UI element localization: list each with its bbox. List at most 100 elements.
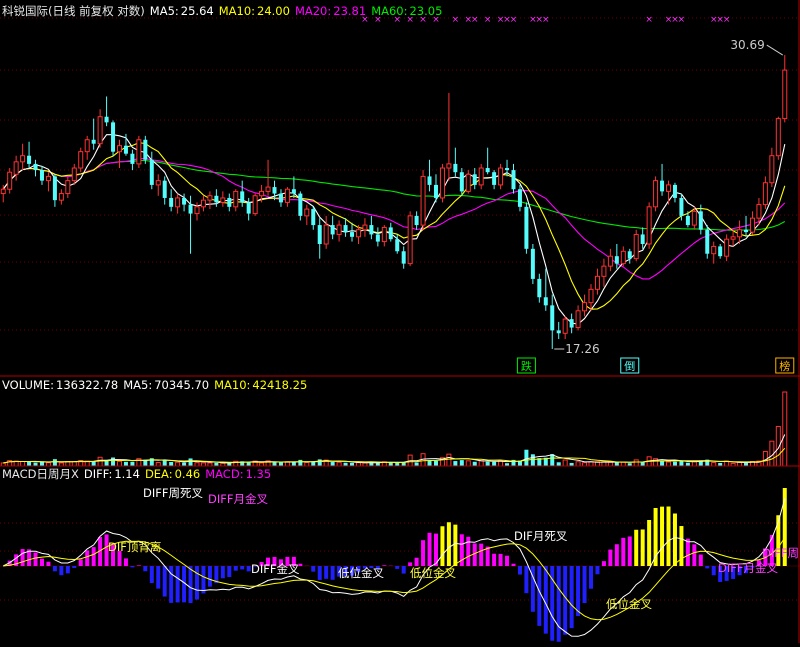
ma20-label: MA20: (294, 4, 332, 18)
volume-bar (298, 459, 303, 466)
candle (550, 294, 555, 350)
candle (769, 147, 775, 188)
candle-body (78, 151, 84, 169)
macd-value: 1.35 (245, 467, 272, 481)
volume-bar (162, 460, 167, 466)
candle (718, 243, 723, 259)
candle (317, 218, 322, 259)
diff-value: 1.14 (114, 467, 140, 481)
volume-bar (711, 461, 717, 467)
candle-body (375, 234, 380, 242)
candle (640, 227, 645, 249)
volume-bar (116, 460, 122, 467)
candle-body (782, 69, 788, 120)
candle-body (369, 225, 374, 235)
candle-body (459, 172, 464, 192)
diff-label: DIFF: (83, 467, 113, 481)
candle-body (355, 229, 361, 238)
candle-body (343, 225, 348, 233)
candle-body (291, 189, 296, 194)
volume-bar (614, 462, 619, 466)
candle (116, 139, 122, 169)
chart-canvas[interactable]: 30.6917.26× × × × × × × ×× × ××× ××× × ××× ×××跌倒榜 DIF… (0, 0, 800, 643)
candle (111, 120, 116, 156)
candle (420, 170, 426, 230)
candle-body (362, 224, 368, 231)
volume-bars[interactable] (0, 391, 788, 467)
volume-bar (188, 458, 193, 466)
candle-body (259, 190, 265, 197)
candle (472, 168, 477, 190)
candle-body (311, 209, 316, 226)
ma20-line (2, 157, 786, 280)
candle-body (446, 163, 452, 169)
candle-body (116, 145, 122, 153)
candle (672, 182, 677, 203)
volume-bar (453, 461, 458, 466)
candles[interactable] (0, 55, 788, 350)
candle-body (679, 197, 684, 216)
candle-body (33, 163, 38, 171)
candle (517, 184, 522, 212)
candle-body (323, 224, 329, 245)
candle (45, 172, 51, 192)
candle (775, 116, 781, 160)
candle-body (685, 215, 690, 226)
candle-body (284, 188, 290, 203)
candle (200, 195, 206, 212)
candle-body (162, 180, 167, 198)
macd-title: MACD日周月X (2, 467, 79, 481)
signal-mark: × (542, 15, 550, 25)
candle-body (730, 236, 736, 240)
candle (588, 284, 594, 311)
candle-body (395, 239, 400, 252)
ma10-line (2, 142, 786, 310)
candle (607, 248, 613, 272)
candle (246, 197, 251, 221)
candle-body (194, 206, 200, 215)
macd-annotation: DIF月死叉 (514, 529, 568, 543)
price-grid (0, 17, 800, 601)
candle-body (511, 170, 516, 190)
candle (620, 246, 626, 267)
candle (724, 234, 730, 262)
candle-body (749, 217, 755, 233)
candle-body (672, 184, 677, 198)
candle-body (620, 250, 626, 265)
candle (33, 159, 38, 177)
candle-body (439, 167, 445, 199)
candle-body (433, 184, 438, 198)
candle (446, 92, 452, 181)
volume-bar (562, 459, 568, 467)
volume-bar (336, 461, 342, 467)
candle (465, 170, 471, 194)
macd-annotation: 低位金叉 (606, 597, 652, 611)
macd-histogram[interactable] (3, 488, 787, 642)
volume-bar (317, 459, 322, 466)
candle-body (155, 180, 161, 186)
volume-bar (633, 459, 639, 467)
candle-body (653, 180, 659, 208)
candle (498, 163, 504, 190)
signal-mark: × (510, 15, 518, 25)
candle-body (718, 246, 723, 257)
volume-bar (465, 460, 471, 467)
candle (84, 135, 90, 160)
candle (323, 215, 329, 249)
candle-body (517, 189, 522, 207)
candle (711, 241, 717, 264)
candle (362, 218, 368, 237)
ma60-value: 23.05 (409, 4, 443, 18)
volume-bar (782, 391, 788, 467)
candle (149, 151, 154, 190)
candle-body (136, 139, 142, 165)
candle (749, 211, 755, 235)
candle-body (52, 176, 57, 201)
candle (569, 313, 574, 334)
candle-body (175, 197, 181, 208)
macd-annotation: 低位金叉 (338, 566, 384, 580)
ma5-line (2, 134, 786, 325)
candle-body (705, 229, 710, 254)
low-label: 17.26 (565, 342, 599, 356)
volume-bar (666, 461, 672, 467)
